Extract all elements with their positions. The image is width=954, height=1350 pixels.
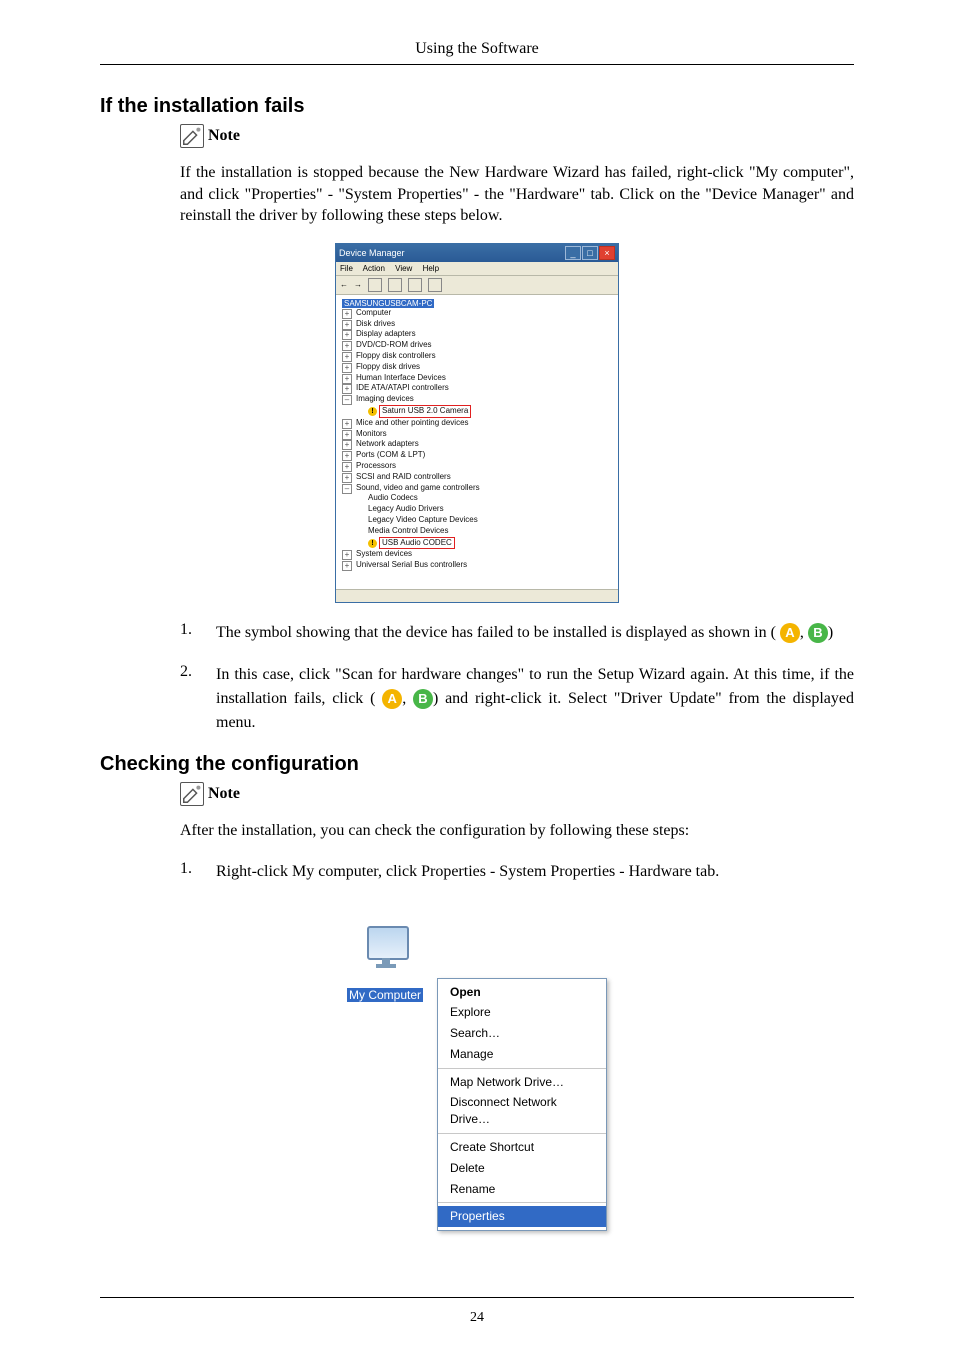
tree-root[interactable]: SAMSUNGUSBCAM-PC: [342, 299, 434, 308]
note-pencil-icon: [180, 782, 204, 806]
tree-svg-e[interactable]: !USB Audio CODEC: [342, 537, 612, 550]
warning-icon: !: [368, 539, 377, 548]
my-computer-icon[interactable]: [353, 922, 417, 986]
list-text: Right-click My computer, click Propertie…: [216, 860, 854, 884]
toolbar-btn-1[interactable]: [368, 278, 382, 292]
menu-item-map[interactable]: Map Network Drive…: [438, 1072, 606, 1093]
menu-view[interactable]: View: [395, 264, 412, 273]
list-number: 2.: [180, 663, 216, 735]
my-computer-label[interactable]: My Computer: [347, 988, 423, 1002]
note-pencil-icon: [180, 124, 204, 148]
expand-icon[interactable]: +: [342, 309, 352, 319]
heading-checking-config: Checking the configuration: [100, 753, 854, 776]
menu-item-disconnect[interactable]: Disconnect Network Drive…: [438, 1092, 606, 1130]
window-buttons[interactable]: _□×: [564, 246, 615, 260]
tree-svg-b[interactable]: Legacy Audio Drivers: [342, 504, 612, 515]
list-number: 1.: [180, 860, 216, 884]
menu-item-rename[interactable]: Rename: [438, 1179, 606, 1200]
tree-svg-d[interactable]: Media Control Devices: [342, 526, 612, 537]
tree-imaging-item[interactable]: !Saturn USB 2.0 Camera: [342, 405, 612, 418]
badge-b-icon: B: [413, 689, 433, 709]
tree-imaging[interactable]: –Imaging devices: [342, 394, 612, 405]
badge-b-icon: B: [808, 623, 828, 643]
page-number: 24: [0, 1310, 954, 1326]
numbered-list-2: 1. Right-click My computer, click Proper…: [180, 860, 854, 884]
devmgr-tree[interactable]: SAMSUNGUSBCAM-PC +Computer +Disk drives …: [336, 295, 618, 589]
tree-svg-a[interactable]: Audio Codecs: [342, 493, 612, 504]
menu-action[interactable]: Action: [363, 264, 385, 273]
running-header: Using the Software: [100, 40, 854, 58]
tree-mice[interactable]: +Mice and other pointing devices: [342, 418, 612, 429]
toolbar-btn-4[interactable]: [428, 278, 442, 292]
devmgr-toolbar[interactable]: ← →: [336, 276, 618, 295]
devmgr-menubar[interactable]: File Action View Help: [336, 262, 618, 276]
tree-computer[interactable]: +Computer: [342, 308, 612, 319]
tree-processors[interactable]: +Processors: [342, 461, 612, 472]
menu-item-properties[interactable]: Properties: [438, 1206, 606, 1227]
tree-dvd[interactable]: +DVD/CD-ROM drives: [342, 340, 612, 351]
intro-paragraph-1: If the installation is stopped because t…: [180, 162, 854, 227]
menu-help[interactable]: Help: [423, 264, 439, 273]
tree-floppy-drv[interactable]: +Floppy disk drives: [342, 362, 612, 373]
menu-item-manage[interactable]: Manage: [438, 1044, 606, 1065]
toolbar-btn-3[interactable]: [408, 278, 422, 292]
tree-ports[interactable]: +Ports (COM & LPT): [342, 450, 612, 461]
tree-usb[interactable]: +Universal Serial Bus controllers: [342, 560, 612, 571]
list-text: ): [828, 624, 833, 641]
menu-item-shortcut[interactable]: Create Shortcut: [438, 1137, 606, 1158]
note-label: Note: [208, 785, 240, 803]
note-callout-1: Note: [180, 124, 854, 148]
my-computer-context: My Computer Open Explore Search… Manage …: [347, 922, 607, 1004]
warning-icon: !: [368, 407, 377, 416]
menu-item-delete[interactable]: Delete: [438, 1158, 606, 1179]
badge-a-icon: A: [382, 689, 402, 709]
devmgr-title: Device Manager: [339, 248, 405, 258]
minimize-icon[interactable]: _: [565, 246, 581, 260]
list-item: 2. In this case, click "Scan for hardwar…: [180, 663, 854, 735]
tree-network[interactable]: +Network adapters: [342, 439, 612, 450]
tree-ide[interactable]: +IDE ATA/ATAPI controllers: [342, 383, 612, 394]
list-item: 1. The symbol showing that the device ha…: [180, 621, 854, 645]
toolbar-back-icon[interactable]: ←: [340, 280, 348, 289]
toolbar-btn-2[interactable]: [388, 278, 402, 292]
tree-display[interactable]: +Display adapters: [342, 329, 612, 340]
menu-item-explore[interactable]: Explore: [438, 1002, 606, 1023]
list-number: 1.: [180, 621, 216, 645]
tree-scsi[interactable]: +SCSI and RAID controllers: [342, 472, 612, 483]
highlight-saturn: Saturn USB 2.0 Camera: [379, 405, 471, 418]
badge-a-icon: A: [780, 623, 800, 643]
heading-install-fails: If the installation fails: [100, 95, 854, 118]
tree-disk[interactable]: +Disk drives: [342, 319, 612, 330]
bottom-rule: [100, 1297, 854, 1298]
devmgr-statusbar: [336, 589, 618, 602]
numbered-list-1: 1. The symbol showing that the device ha…: [180, 621, 854, 735]
intro-paragraph-2: After the installation, you can check th…: [180, 820, 854, 842]
tree-svg[interactable]: –Sound, video and game controllers: [342, 483, 612, 494]
list-text: ,: [800, 624, 808, 641]
close-icon[interactable]: ×: [599, 246, 615, 260]
tree-svg-c[interactable]: Legacy Video Capture Devices: [342, 515, 612, 526]
menu-item-open[interactable]: Open: [438, 982, 606, 1003]
menu-item-search[interactable]: Search…: [438, 1023, 606, 1044]
device-manager-window: Device Manager _□× File Action View Help…: [335, 243, 619, 603]
toolbar-fwd-icon[interactable]: →: [354, 280, 362, 289]
context-menu[interactable]: Open Explore Search… Manage Map Network …: [437, 978, 607, 1232]
note-callout-2: Note: [180, 782, 854, 806]
maximize-icon[interactable]: □: [582, 246, 598, 260]
list-text: ,: [402, 690, 413, 707]
list-item: 1. Right-click My computer, click Proper…: [180, 860, 854, 884]
devmgr-titlebar: Device Manager _□×: [336, 244, 618, 262]
tree-floppy-ctrl[interactable]: +Floppy disk controllers: [342, 351, 612, 362]
menu-file[interactable]: File: [340, 264, 353, 273]
tree-hid[interactable]: +Human Interface Devices: [342, 373, 612, 384]
tree-monitors[interactable]: +Monitors: [342, 429, 612, 440]
note-label: Note: [208, 127, 240, 145]
highlight-usbaudio: USB Audio CODEC: [379, 537, 455, 550]
top-rule: [100, 64, 854, 65]
list-text: The symbol showing that the device has f…: [216, 624, 776, 641]
tree-system[interactable]: +System devices: [342, 549, 612, 560]
